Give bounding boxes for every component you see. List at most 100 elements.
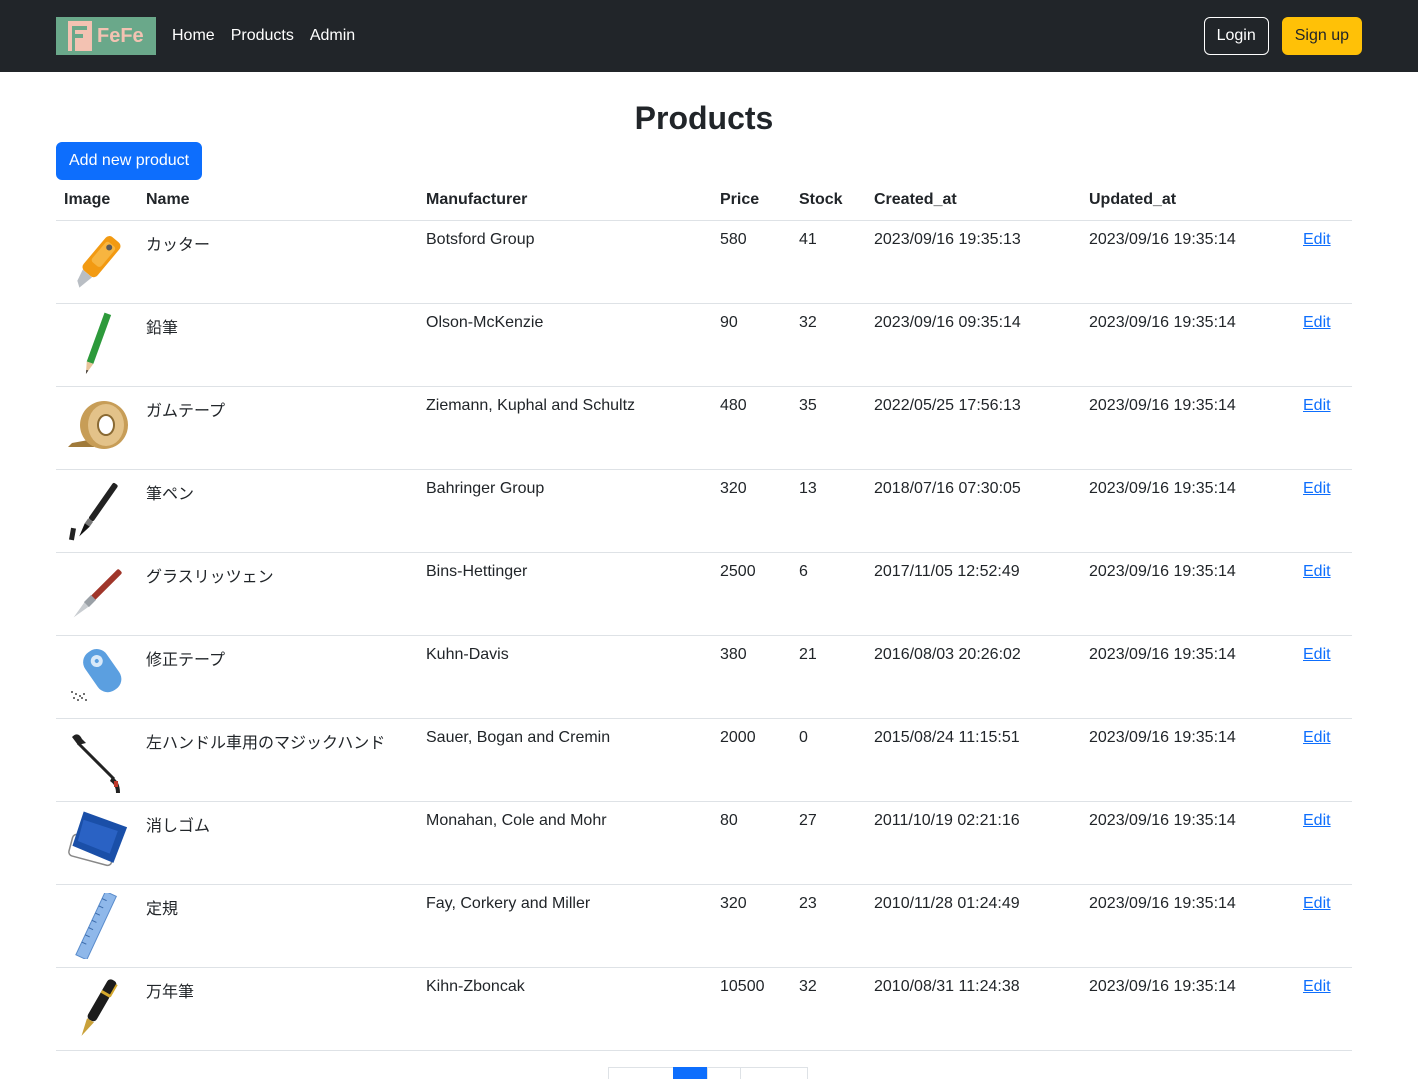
product-actions-cell: Edit — [1295, 386, 1352, 470]
product-actions-cell: Edit — [1295, 552, 1352, 636]
pagination-page[interactable] — [706, 1066, 741, 1079]
nav-link-products[interactable]: Products — [231, 27, 294, 45]
product-image-cell — [56, 884, 138, 968]
product-updated-at-cell: 2023/09/16 19:35:14 — [1081, 469, 1295, 553]
product-manufacturer-cell: Sauer, Bogan and Cremin — [418, 718, 712, 802]
brush-pen-icon — [64, 478, 130, 544]
product-name-cell: 万年筆 — [138, 967, 418, 1051]
product-manufacturer-cell: Monahan, Cole and Mohr — [418, 801, 712, 885]
product-updated-at-cell: 2023/09/16 19:35:14 — [1081, 220, 1295, 304]
add-new-product-button[interactable]: Add new product — [56, 142, 203, 180]
product-stock-cell: 0 — [791, 718, 866, 802]
nav-link-admin[interactable]: Admin — [310, 27, 355, 45]
product-created-at-cell: 2017/11/05 12:52:49 — [866, 552, 1081, 636]
nav-links: Home Products Admin — [172, 27, 371, 45]
ruler-icon — [64, 892, 130, 959]
products-table-body: カッター Botsford Group 580 41 2023/09/16 19:35:… — [56, 220, 1352, 1051]
product-name-cell: カッター — [138, 220, 418, 304]
product-actions-cell: Edit — [1295, 303, 1352, 387]
edit-product-link[interactable]: Edit — [1303, 563, 1331, 580]
edit-product-link[interactable]: Edit — [1303, 314, 1331, 331]
edit-product-link[interactable]: Edit — [1303, 812, 1331, 829]
signup-button[interactable]: Sign up — [1281, 17, 1362, 55]
product-actions-cell: Edit — [1295, 469, 1352, 553]
product-image-cell — [56, 635, 138, 719]
product-image-cell — [56, 469, 138, 553]
packing-tape-icon — [64, 395, 130, 461]
product-price-cell: 2000 — [712, 718, 791, 802]
product-price-cell: 320 — [712, 884, 791, 968]
product-manufacturer-cell: Botsford Group — [418, 220, 712, 304]
product-stock-cell: 6 — [791, 552, 866, 636]
product-name-cell: 消しゴム — [138, 801, 418, 885]
product-price-cell: 10500 — [712, 967, 791, 1051]
product-updated-at-cell: 2023/09/16 19:35:14 — [1081, 303, 1295, 387]
product-manufacturer-cell: Bins-Hettinger — [418, 552, 712, 636]
grabber-tool-icon — [64, 727, 130, 793]
product-price-cell: 2500 — [712, 552, 791, 636]
brand-text: FeFe — [97, 24, 144, 47]
product-price-cell: 320 — [712, 469, 791, 553]
edit-product-link[interactable]: Edit — [1303, 480, 1331, 497]
product-stock-cell: 23 — [791, 884, 866, 968]
table-row: 鉛筆 Olson-McKenzie 90 32 2023/09/16 09:35:14 2… — [56, 303, 1352, 387]
product-price-cell: 80 — [712, 801, 791, 885]
login-button[interactable]: Login — [1203, 17, 1269, 55]
product-actions-cell: Edit — [1295, 635, 1352, 719]
product-created-at-cell: 2023/09/16 19:35:13 — [866, 220, 1081, 304]
edit-product-link[interactable]: Edit — [1303, 397, 1331, 414]
edit-product-link[interactable]: Edit — [1303, 231, 1331, 248]
table-row: グラスリッツェン Bins-Hettinger 2500 6 2017/11/05 12… — [56, 552, 1352, 636]
product-actions-cell: Edit — [1295, 220, 1352, 304]
product-image-cell — [56, 718, 138, 802]
product-manufacturer-cell: Olson-McKenzie — [418, 303, 712, 387]
column-header-image: Image — [56, 180, 138, 221]
main-content: Products Add new product Image Name Manu… — [0, 99, 1418, 1079]
product-stock-cell: 13 — [791, 469, 866, 553]
edit-product-link[interactable]: Edit — [1303, 729, 1331, 746]
product-stock-cell: 27 — [791, 801, 866, 885]
product-stock-cell: 32 — [791, 303, 866, 387]
edit-product-link[interactable]: Edit — [1303, 978, 1331, 995]
pagination-page-current[interactable] — [672, 1066, 708, 1079]
pagination-next[interactable] — [739, 1066, 808, 1079]
edit-product-link[interactable]: Edit — [1303, 646, 1331, 663]
product-actions-cell: Edit — [1295, 718, 1352, 802]
product-image-cell — [56, 386, 138, 470]
table-row: 消しゴム Monahan, Cole and Mohr 80 27 2011/10/19… — [56, 801, 1352, 885]
brand-logo[interactable]: FeFe — [56, 17, 156, 55]
nav-link-home[interactable]: Home — [172, 27, 215, 45]
edit-product-link[interactable]: Edit — [1303, 895, 1331, 912]
column-header-created-at: Created_at — [866, 180, 1081, 221]
pencil-icon — [64, 312, 130, 378]
product-price-cell: 580 — [712, 220, 791, 304]
table-row: 万年筆 Kihn-Zboncak 10500 32 2010/08/31 11:24:3… — [56, 967, 1352, 1051]
product-updated-at-cell: 2023/09/16 19:35:14 — [1081, 884, 1295, 968]
product-image-cell — [56, 967, 138, 1051]
product-actions-cell: Edit — [1295, 967, 1352, 1051]
product-actions-cell: Edit — [1295, 801, 1352, 885]
product-name-cell: 修正テープ — [138, 635, 418, 719]
product-updated-at-cell: 2023/09/16 19:35:14 — [1081, 386, 1295, 470]
product-created-at-cell: 2016/08/03 20:26:02 — [866, 635, 1081, 719]
product-manufacturer-cell: Bahringer Group — [418, 469, 712, 553]
product-created-at-cell: 2011/10/19 02:21:16 — [866, 801, 1081, 885]
product-updated-at-cell: 2023/09/16 19:35:14 — [1081, 552, 1295, 636]
product-created-at-cell: 2022/05/25 17:56:13 — [866, 386, 1081, 470]
product-actions-cell: Edit — [1295, 884, 1352, 968]
product-price-cell: 380 — [712, 635, 791, 719]
pagination-previous[interactable] — [607, 1066, 674, 1079]
table-row: 左ハンドル車用のマジックハンド Sauer, Bogan and Cremin 20… — [56, 718, 1352, 802]
product-updated-at-cell: 2023/09/16 19:35:14 — [1081, 801, 1295, 885]
table-row: ガムテープ Ziemann, Kuphal and Schultz 480 35 202… — [56, 386, 1352, 470]
product-created-at-cell: 2010/11/28 01:24:49 — [866, 884, 1081, 968]
product-created-at-cell: 2023/09/16 09:35:14 — [866, 303, 1081, 387]
product-price-cell: 90 — [712, 303, 791, 387]
product-name-cell: グラスリッツェン — [138, 552, 418, 636]
product-created-at-cell: 2015/08/24 11:15:51 — [866, 718, 1081, 802]
product-name-cell: ガムテープ — [138, 386, 418, 470]
glass-pen-icon — [64, 561, 130, 627]
fountain-pen-icon — [64, 976, 130, 1042]
product-updated-at-cell: 2023/09/16 19:35:14 — [1081, 635, 1295, 719]
product-name-cell: 左ハンドル車用のマジックハンド — [138, 718, 418, 802]
